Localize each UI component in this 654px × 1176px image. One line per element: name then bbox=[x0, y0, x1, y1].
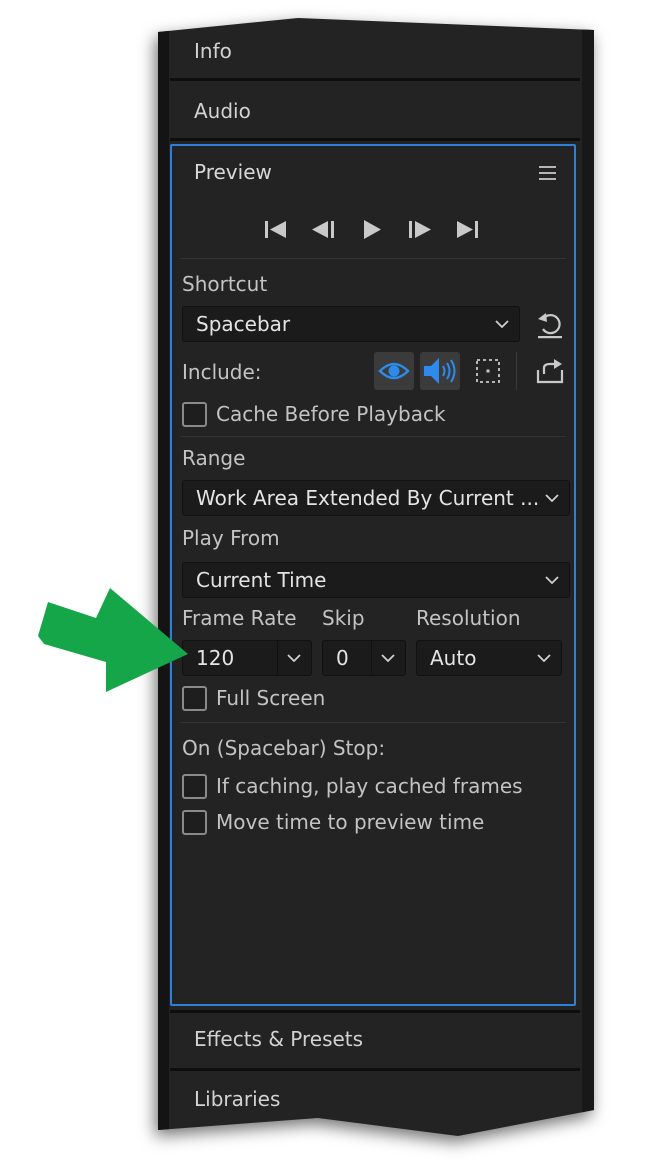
callout-arrow-icon bbox=[38, 588, 188, 692]
tab-libraries-label: Libraries bbox=[194, 1087, 281, 1111]
shortcut-value: Spacebar bbox=[196, 312, 291, 336]
chevron-down-icon bbox=[545, 494, 559, 502]
if-caching-checkbox[interactable] bbox=[182, 774, 207, 799]
shortcut-label: Shortcut bbox=[182, 272, 268, 296]
tab-separator bbox=[170, 138, 580, 141]
eye-icon bbox=[378, 362, 410, 380]
divider bbox=[180, 722, 566, 723]
range-dropdown[interactable]: Work Area Extended By Current ... bbox=[182, 480, 570, 516]
range-value: Work Area Extended By Current ... bbox=[196, 486, 540, 510]
frame-rate-dropdown[interactable]: 120 bbox=[182, 640, 312, 676]
include-audio-toggle[interactable] bbox=[420, 352, 460, 390]
divider bbox=[180, 258, 566, 259]
chevron-down-icon bbox=[381, 654, 395, 662]
tab-audio-label: Audio bbox=[194, 99, 251, 123]
include-video-toggle[interactable] bbox=[374, 352, 414, 390]
cache-before-playback-label: Cache Before Playback bbox=[216, 402, 446, 426]
tab-info[interactable]: Info bbox=[170, 22, 580, 80]
chevron-down-icon bbox=[537, 654, 551, 662]
include-label: Include: bbox=[182, 360, 262, 384]
tab-effects-presets-label: Effects & Presets bbox=[194, 1027, 364, 1051]
previous-frame-icon[interactable] bbox=[308, 212, 340, 246]
include-overlays-toggle[interactable] bbox=[468, 352, 508, 390]
resolution-label: Resolution bbox=[416, 606, 521, 630]
play-from-dropdown[interactable]: Current Time bbox=[182, 562, 570, 598]
frame-rate-value: 120 bbox=[196, 646, 235, 670]
range-label: Range bbox=[182, 446, 246, 470]
chevron-down-icon bbox=[287, 654, 301, 662]
move-time-label: Move time to preview time bbox=[216, 810, 485, 834]
on-stop-label: On (Spacebar) Stop: bbox=[182, 736, 386, 760]
overlay-box-icon bbox=[476, 359, 500, 383]
resolution-dropdown[interactable]: Auto bbox=[416, 640, 562, 676]
cache-before-playback-checkbox[interactable] bbox=[182, 402, 207, 427]
tab-info-label: Info bbox=[194, 39, 232, 63]
play-from-label: Play From bbox=[182, 526, 280, 550]
play-icon[interactable] bbox=[356, 212, 388, 246]
panel-frame: Info Audio Preview Shortcut Spacebar Inc… bbox=[158, 18, 594, 1136]
transport-controls bbox=[260, 212, 486, 246]
export-settings-icon[interactable] bbox=[534, 356, 566, 386]
preview-panel: Preview Shortcut Spacebar Include: Cache… bbox=[170, 144, 576, 1006]
skip-dropdown[interactable]: 0 bbox=[322, 640, 406, 676]
include-divider bbox=[516, 352, 517, 390]
next-frame-icon[interactable] bbox=[404, 212, 436, 246]
skip-value: 0 bbox=[336, 646, 349, 670]
frame-rate-label: Frame Rate bbox=[182, 606, 297, 630]
chevron-down-icon bbox=[545, 576, 559, 584]
tab-audio[interactable]: Audio bbox=[170, 82, 580, 140]
move-time-checkbox[interactable] bbox=[182, 810, 207, 835]
play-from-value: Current Time bbox=[196, 568, 327, 592]
preview-title: Preview bbox=[194, 160, 272, 184]
skip-label: Skip bbox=[322, 606, 365, 630]
tab-effects-presets[interactable]: Effects & Presets bbox=[170, 1010, 580, 1068]
full-screen-label: Full Screen bbox=[216, 686, 326, 710]
panel-stack: Info Audio Preview Shortcut Spacebar Inc… bbox=[158, 18, 594, 1136]
last-frame-icon[interactable] bbox=[452, 212, 484, 246]
speaker-icon bbox=[424, 358, 456, 384]
if-caching-label: If caching, play cached frames bbox=[216, 774, 523, 798]
hamburger-menu-icon[interactable] bbox=[539, 166, 556, 180]
shortcut-dropdown[interactable]: Spacebar bbox=[182, 306, 520, 342]
first-frame-icon[interactable] bbox=[260, 212, 292, 246]
divider bbox=[180, 436, 566, 437]
tab-separator bbox=[170, 78, 580, 81]
reset-shortcut-icon[interactable] bbox=[534, 310, 566, 340]
resolution-value: Auto bbox=[430, 646, 477, 670]
chevron-down-icon bbox=[495, 320, 509, 328]
tab-libraries[interactable]: Libraries bbox=[170, 1070, 580, 1128]
